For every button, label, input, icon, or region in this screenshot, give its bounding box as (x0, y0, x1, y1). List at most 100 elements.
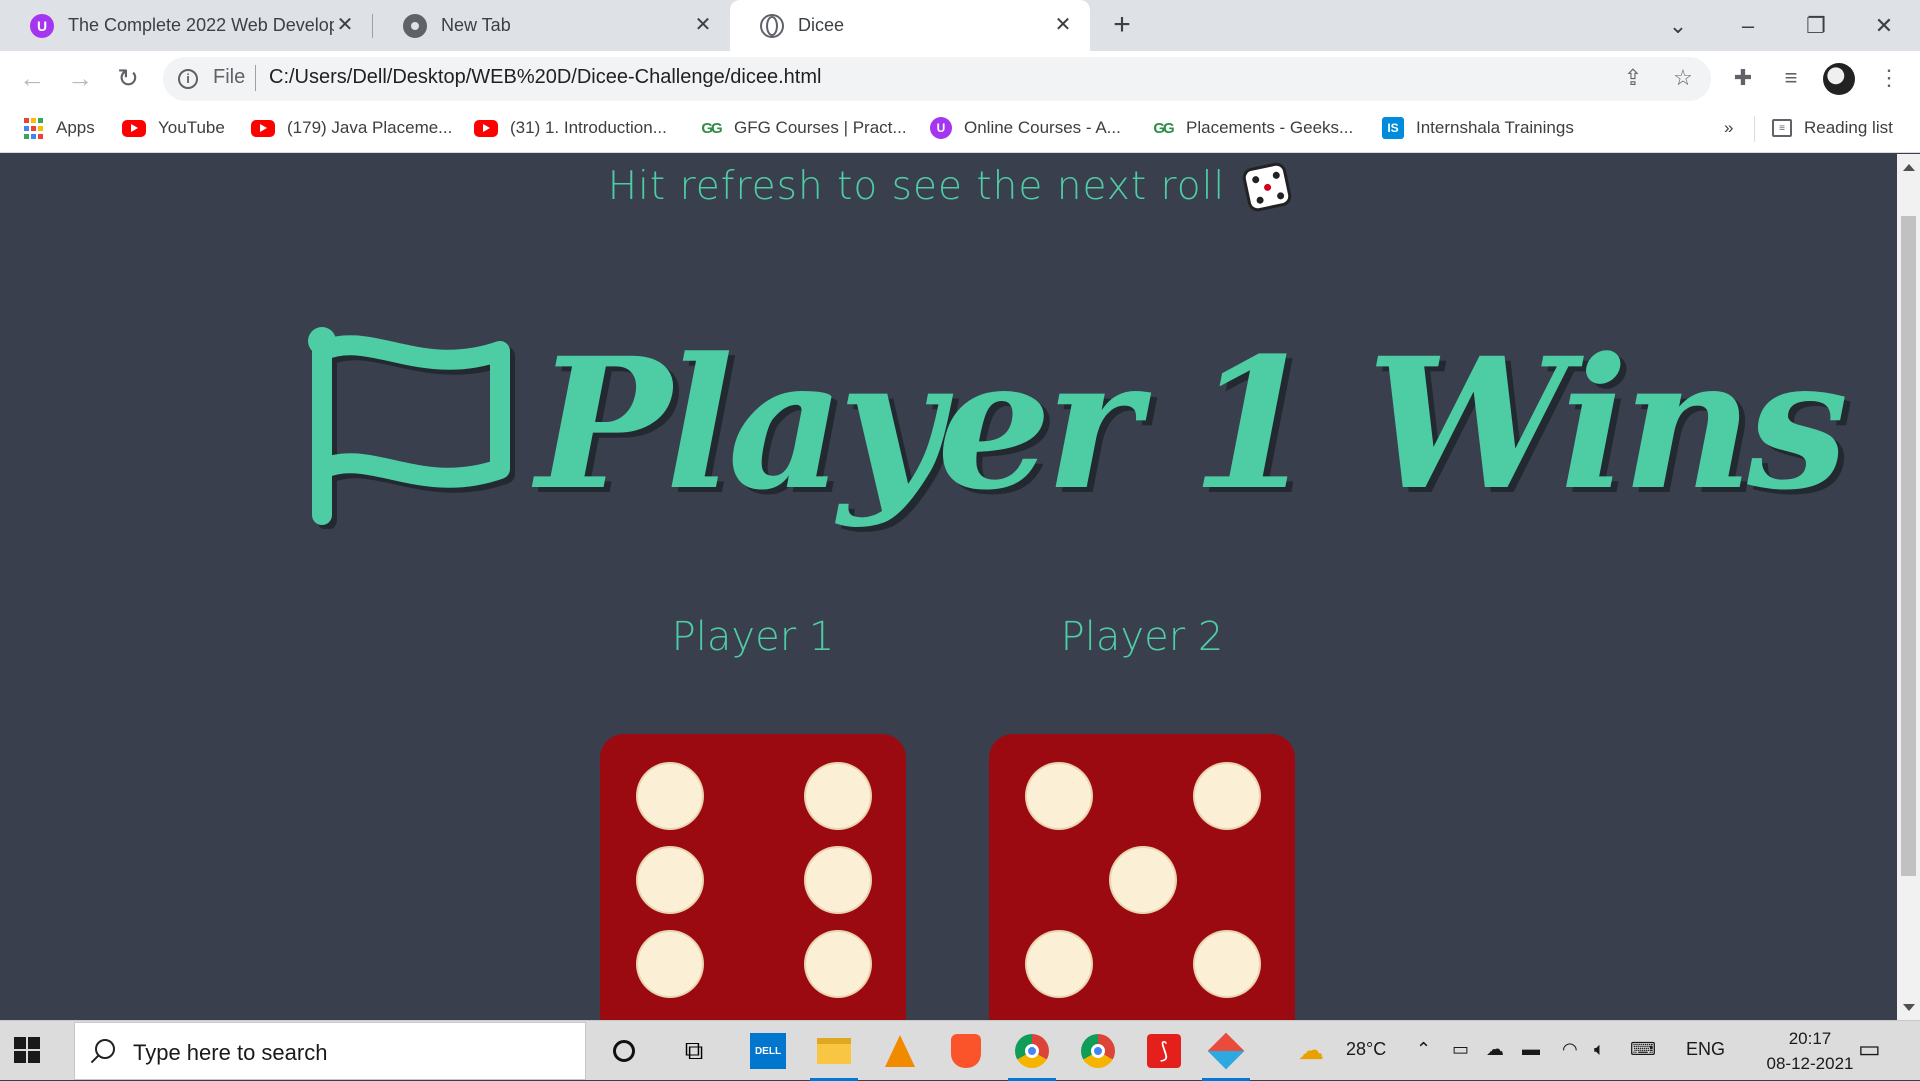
battery-icon[interactable]: ▬ (1522, 1039, 1540, 1060)
windows-start-icon[interactable] (14, 1037, 40, 1063)
die-pip (1111, 848, 1175, 912)
flag-icon (308, 327, 515, 529)
reading-list-icon: ≡ (1772, 119, 1792, 137)
address-scheme-label: File (213, 66, 246, 88)
die-pip (1027, 932, 1091, 996)
tab-dicee[interactable]: Dicee ✕ (730, 0, 1090, 51)
wifi-icon[interactable]: ◠ (1562, 1039, 1578, 1060)
back-arrow-icon[interactable]: ← (16, 63, 48, 95)
gfg-icon: GG (1153, 119, 1174, 137)
apps-grid-icon (22, 117, 44, 139)
vlc-icon[interactable] (880, 1031, 920, 1071)
bookmark-label: Online Courses - A... (964, 118, 1121, 137)
share-icon[interactable]: ⇪ (1620, 65, 1646, 91)
reading-list-label: Reading list (1804, 118, 1893, 137)
winner-text: Player 1 Wins (536, 318, 1848, 530)
bookmark-label: (31) 1. Introduction... (510, 118, 667, 137)
reload-icon[interactable]: ↻ (112, 63, 144, 95)
site-info-icon[interactable]: i (178, 69, 198, 89)
minimize-icon[interactable]: – (1730, 8, 1766, 44)
die-pip (638, 848, 702, 912)
udemy-icon: U (30, 13, 54, 38)
show-hidden-icons-chevron-icon[interactable]: ⌃ (1416, 1039, 1431, 1060)
volume-icon[interactable]: 🔈︎ (1594, 1039, 1605, 1060)
close-tab-icon[interactable]: ✕ (692, 14, 714, 36)
keyboard-icon[interactable]: ⌨ (1630, 1039, 1656, 1060)
bookmark-youtube[interactable]: YouTube (122, 114, 225, 142)
bookmark-gfg-courses[interactable]: GG GFG Courses | Pract... (700, 114, 907, 142)
bookmark-star-icon[interactable]: ☆ (1670, 65, 1696, 91)
globe-icon (760, 13, 784, 38)
forward-arrow-icon[interactable]: → (64, 63, 96, 95)
bookmarks-divider (1754, 116, 1755, 142)
internshala-icon: IS (1382, 117, 1404, 139)
scroll-down-icon[interactable] (1903, 1004, 1915, 1011)
player-1-label: Player 1 (671, 614, 835, 660)
bookmark-internshala[interactable]: IS Internshala Trainings (1382, 114, 1574, 142)
bookmark-apps[interactable]: Apps (22, 114, 95, 142)
bookmarks-bar: Apps YouTube (179) Java Placeme... (31) … (0, 106, 1920, 153)
browser-toolbar: ← → ↻ i File C:/Users/Dell/Desktop/WEB%2… (0, 51, 1920, 106)
bookmark-java-placement[interactable]: (179) Java Placeme... (251, 114, 452, 142)
task-view-icon[interactable]: ⧉ (674, 1031, 714, 1071)
bookmark-label: Apps (56, 118, 95, 137)
tab-strip: U The Complete 2022 Web Develop ✕ New Ta… (0, 0, 1920, 51)
scrollbar-thumb[interactable] (1901, 216, 1916, 876)
input-language[interactable]: ENG (1686, 1039, 1725, 1060)
taskbar-search-placeholder: Type here to search (133, 1040, 328, 1065)
taskbar-search-input[interactable]: Type here to search (74, 1022, 586, 1080)
youtube-icon (122, 119, 146, 137)
tab-new-tab[interactable]: New Tab ✕ (373, 0, 730, 51)
kebab-menu-icon[interactable]: ⋮ (1876, 65, 1902, 91)
restore-icon[interactable]: ❐ (1798, 8, 1834, 44)
bookmark-placements-geeks[interactable]: GG Placements - Geeks... (1152, 114, 1353, 142)
die-pip (806, 848, 870, 912)
file-explorer-icon[interactable] (810, 1031, 858, 1081)
close-tab-icon[interactable]: ✕ (1052, 14, 1074, 36)
dice-icon (1241, 160, 1294, 213)
page-scrollbar[interactable] (1897, 154, 1920, 1020)
clock-time[interactable]: 20:17 (1760, 1029, 1860, 1049)
bookmarks-overflow-button[interactable]: » (1724, 114, 1733, 142)
tab-title: New Tab (441, 15, 511, 35)
address-url[interactable]: C:/Users/Dell/Desktop/WEB%20D/Dicee-Chal… (269, 66, 821, 89)
close-window-icon[interactable]: ✕ (1866, 8, 1902, 44)
tab-search-chevron-icon[interactable]: ⌄ (1660, 8, 1696, 44)
action-center-icon[interactable]: ▭ (1858, 1035, 1881, 1064)
player-2-label: Player 2 (1060, 614, 1224, 660)
youtube-icon (251, 119, 275, 137)
youtube-icon (474, 119, 498, 137)
chrome-taskbar-icon[interactable] (1008, 1031, 1056, 1081)
bookmark-label: Placements - Geeks... (1186, 118, 1354, 137)
meet-now-icon[interactable]: ▭ (1452, 1039, 1469, 1060)
die-pip (1027, 764, 1091, 828)
dell-app-icon[interactable]: DELL (748, 1031, 788, 1071)
die-pip (1195, 932, 1259, 996)
media-playlist-icon[interactable]: ≡ (1778, 65, 1804, 91)
adobe-acrobat-icon[interactable]: ⟆ (1144, 1031, 1184, 1071)
weather-temperature[interactable]: 28°C (1346, 1039, 1386, 1060)
cortana-icon[interactable] (604, 1031, 644, 1071)
app-launcher-icon[interactable] (1202, 1031, 1250, 1081)
bookmark-introduction[interactable]: (31) 1. Introduction... (474, 114, 667, 142)
scroll-up-icon[interactable] (1903, 164, 1915, 171)
winner-heading: Player 1 Wins (300, 304, 1848, 544)
tab-web-developer-course[interactable]: U The Complete 2022 Web Develop ✕ (0, 0, 372, 51)
tab-title: Dicee (798, 15, 845, 35)
windows-taskbar: Type here to search ⧉ DELL ⟆ ☁ 28°C ⌃ ▭ … (0, 1020, 1920, 1081)
player-2-die (989, 734, 1295, 1020)
profile-avatar[interactable] (1823, 63, 1855, 95)
tab-title: The Complete 2022 Web Develop (68, 15, 334, 35)
reading-list-button[interactable]: ≡ Reading list (1772, 114, 1893, 142)
bookmark-online-courses[interactable]: U Online Courses - A... (930, 114, 1121, 142)
bookmark-label: Internshala Trainings (1416, 118, 1574, 137)
die-pip (806, 932, 870, 996)
bookmark-label: GFG Courses | Pract... (734, 118, 907, 137)
chrome-profile-icon[interactable] (1078, 1031, 1118, 1071)
onedrive-cloud-icon[interactable]: ☁ (1486, 1039, 1504, 1060)
player-1-die (600, 734, 906, 1020)
new-tab-button[interactable]: + (1106, 10, 1138, 42)
brave-browser-icon[interactable] (946, 1031, 986, 1071)
close-tab-icon[interactable]: ✕ (334, 14, 356, 36)
extensions-puzzle-icon[interactable]: ✚ (1730, 65, 1756, 91)
